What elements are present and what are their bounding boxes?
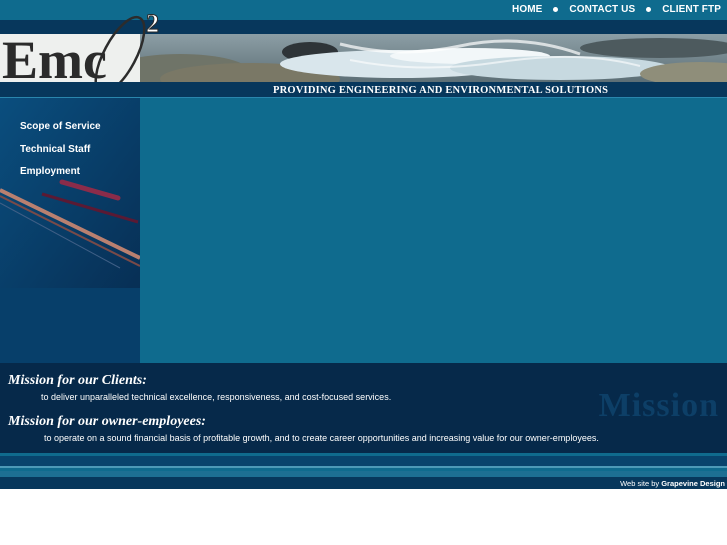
footer-band: [0, 456, 727, 466]
mission-employees-text: to operate on a sound financial basis of…: [44, 433, 599, 443]
mission-section: Mission Mission for our Clients: to deli…: [0, 363, 727, 453]
nav-home-link[interactable]: HOME: [512, 4, 542, 15]
tagline: PROVIDING ENGINEERING AND ENVIRONMENTAL …: [273, 85, 609, 96]
footer-bar: [0, 477, 727, 489]
credit-link[interactable]: Grapevine Design: [661, 479, 725, 488]
credit-prefix: Web site by: [620, 479, 660, 488]
sidebar-item-employment[interactable]: Employment: [20, 166, 101, 189]
top-nav: HOME CONTACT US CLIENT FTP: [512, 4, 721, 15]
sidebar-item-scope-of-service[interactable]: Scope of Service: [20, 121, 101, 144]
nav-contact-link[interactable]: CONTACT US: [569, 4, 635, 15]
nav-separator-dot: [553, 7, 559, 12]
header-photo: [140, 34, 727, 82]
logo-wordmark: Emc: [2, 30, 107, 90]
nav-client-ftp-link[interactable]: CLIENT FTP: [662, 4, 721, 15]
mission-employees-heading: Mission for our owner-employees:: [8, 414, 206, 429]
sidebar-item-technical-staff[interactable]: Technical Staff: [20, 144, 101, 167]
mission-clients-text: to deliver unparalleled technical excell…: [41, 392, 392, 402]
site-credit: Web site by Grapevine Design: [620, 479, 725, 488]
mission-clients-heading: Mission for our Clients:: [8, 373, 147, 388]
mission-watermark: Mission: [598, 387, 719, 424]
logo-superscript: 2: [146, 9, 159, 38]
sidebar-menu: Scope of Service Technical Staff Employm…: [20, 121, 101, 189]
main-content: [140, 98, 727, 363]
nav-separator-dot: [646, 7, 652, 12]
